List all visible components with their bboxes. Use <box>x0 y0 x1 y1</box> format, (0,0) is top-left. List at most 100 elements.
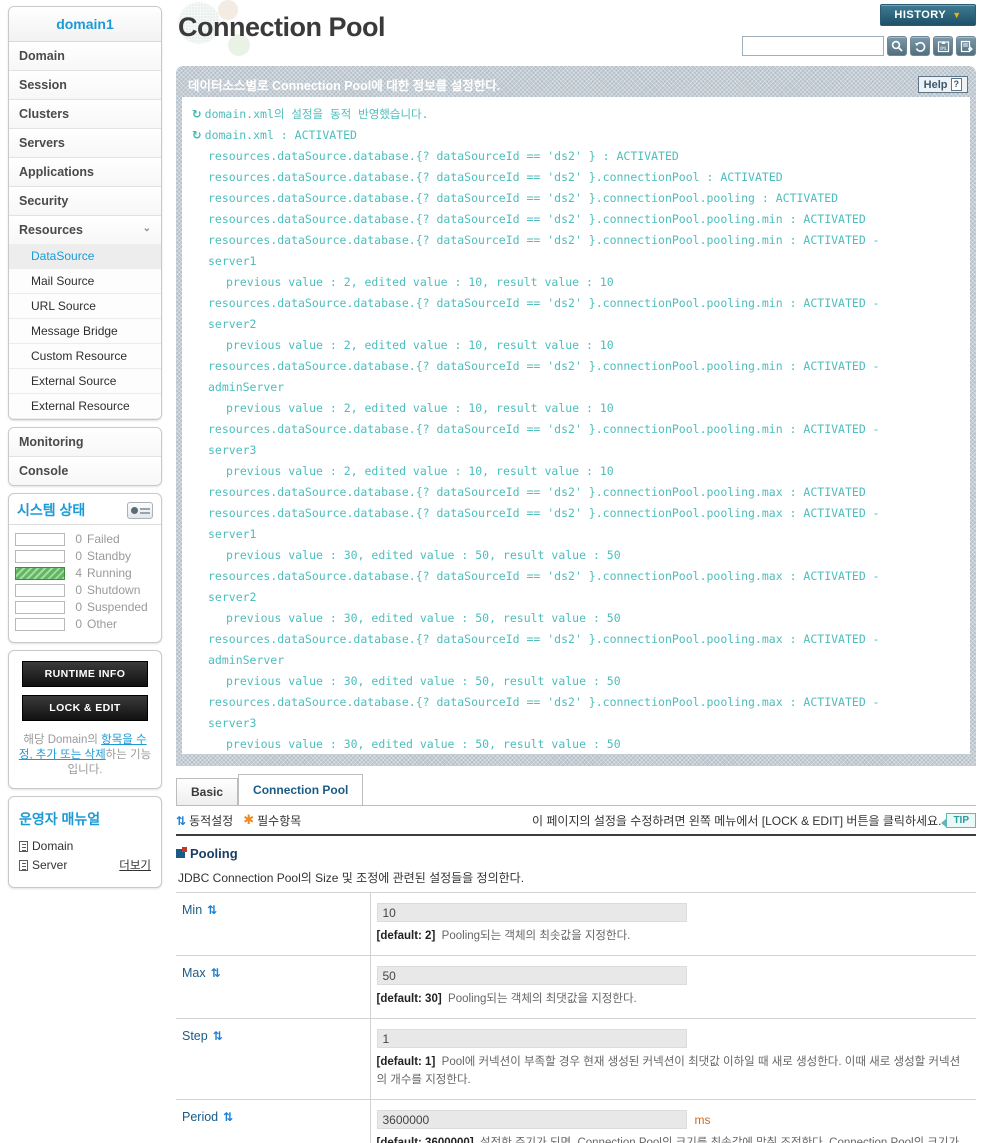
status-label: Shutdown <box>87 583 141 597</box>
sidebar-item-label: Session <box>19 78 67 92</box>
field-label-cell: Max ⇅ <box>176 955 371 1019</box>
log-line: server3 <box>192 440 960 461</box>
chevron-down-icon: ▼ <box>952 10 962 20</box>
sidebar-item-resources[interactable]: Resources ⌄ <box>9 216 161 244</box>
sidebar-item-clusters[interactable]: Clusters <box>9 100 161 129</box>
tab-divider <box>176 805 976 806</box>
pooling-settings-table: Min ⇅ [default: 2] Pooling되는 객체의 최솟값을 지정한다… <box>176 892 976 1143</box>
log-line-text: resources.dataSource.database.{? dataSou… <box>208 296 880 310</box>
field-value-cell: [default: 30] Pooling되는 객체의 최댓값을 지정한다. <box>370 955 976 1019</box>
section-description: JDBC Connection Pool의 Size 및 조정에 관련된 설정들… <box>178 871 525 885</box>
field-input-step[interactable] <box>376 1029 687 1048</box>
runtime-info-button[interactable]: RUNTIME INFO <box>22 661 148 687</box>
search-input[interactable] <box>742 36 884 56</box>
log-line-text: resources.dataSource.database.{? dataSou… <box>208 506 880 520</box>
search-icon[interactable] <box>887 36 907 56</box>
field-input-min[interactable] <box>376 903 687 922</box>
sidebar-item-label: Servers <box>19 136 65 150</box>
log-line-text: previous value : 30, edited value : 50, … <box>226 674 621 688</box>
log-line-text: previous value : 30, edited value : 50, … <box>226 737 621 751</box>
page-title: Connection Pool <box>178 12 385 42</box>
log-line-text: server3 <box>208 716 257 730</box>
log-line-text: resources.dataSource.database.{? dataSou… <box>208 359 880 373</box>
status-count: 0 <box>75 549 82 563</box>
sidebar-item-session[interactable]: Session <box>9 71 161 100</box>
manual-more-link[interactable]: 더보기 <box>119 857 151 873</box>
status-label: Standby <box>87 549 132 563</box>
field-help-text: [default: 1] Pool에 커넥션이 부족할 경우 현재 생성된 커넥… <box>376 1056 961 1086</box>
log-line-text: resources.dataSource.database.{? dataSou… <box>208 212 866 226</box>
save-config-icon[interactable] <box>956 36 976 56</box>
sidebar-subitem-custom-resource[interactable]: Custom Resource <box>9 344 161 369</box>
status-bar <box>15 617 65 631</box>
section-header: Pooling <box>176 846 238 861</box>
field-label-cell: Min ⇅ <box>176 892 371 956</box>
sidebar-item-security[interactable]: Security <box>9 187 161 216</box>
log-line-text: server1 <box>208 254 257 268</box>
sidebar-item-domain[interactable]: Domain <box>9 42 161 71</box>
sidebar-subitem-mail-source[interactable]: Mail Source <box>9 269 161 294</box>
sync-icon: ↻ <box>192 128 202 142</box>
sidebar-item-applications[interactable]: Applications <box>9 158 161 187</box>
sidebar-actions-panel: RUNTIME INFO LOCK & EDIT 해당 Domain의 항목을 … <box>8 650 162 789</box>
tab-bar: Basic Connection Pool <box>176 774 364 805</box>
field-input-max[interactable] <box>376 966 687 985</box>
tip-badge[interactable]: TIP <box>941 813 976 828</box>
sidebar-subitem-external-source[interactable]: External Source <box>9 369 161 394</box>
log-line: previous value : 30, edited value : 50, … <box>192 734 960 754</box>
tab-basic[interactable]: Basic <box>176 778 239 805</box>
field-default-label: [default: 2] <box>376 930 436 942</box>
log-line-text: resources.dataSource.database.{? dataSou… <box>208 233 880 247</box>
legend-dynamic-label: 동적설정 <box>189 814 234 828</box>
status-count: 0 <box>75 617 82 631</box>
dynamic-setting-icon: ⇅ <box>212 1029 223 1043</box>
log-line: ↻ domain.xml의 설정을 동적 반영했습니다. <box>192 104 960 125</box>
field-help-text: [default: 30] Pooling되는 객체의 최댓값을 지정한다. <box>376 993 637 1005</box>
manual-item-domain[interactable]: Domain <box>9 837 161 855</box>
log-line-text: previous value : 2, edited value : 10, r… <box>226 464 614 478</box>
sidebar-item-label: Domain <box>19 49 65 63</box>
tab-connection-pool[interactable]: Connection Pool <box>238 774 364 805</box>
sidebar-item-console[interactable]: Console <box>9 457 161 485</box>
field-label: Min <box>182 903 203 917</box>
lock-and-edit-button[interactable]: LOCK & EDIT <box>22 695 148 721</box>
log-line-text: resources.dataSource.database.{? dataSou… <box>208 191 839 205</box>
sidebar-subitem-datasource[interactable]: DataSource <box>9 244 161 269</box>
log-line: resources.dataSource.database.{? dataSou… <box>192 419 960 440</box>
sidebar-item-servers[interactable]: Servers <box>9 129 161 158</box>
system-status-title: 시스템 상태 <box>17 502 86 518</box>
laptop-icon[interactable] <box>127 501 153 519</box>
log-line: resources.dataSource.database.{? dataSou… <box>192 188 960 209</box>
help-label: Help <box>923 78 948 91</box>
sidebar-subitem-message-bridge[interactable]: Message Bridge <box>9 319 161 344</box>
log-line: resources.dataSource.database.{? dataSou… <box>192 692 960 713</box>
xml-export-icon[interactable]: XML <box>933 36 953 56</box>
log-line: resources.dataSource.database.{? dataSou… <box>192 566 960 587</box>
history-button[interactable]: HISTORY ▼ <box>880 4 976 26</box>
log-line: resources.dataSource.database.{? dataSou… <box>192 209 960 230</box>
system-status-header: 시스템 상태 <box>9 494 161 525</box>
sync-icon: ↻ <box>192 107 202 121</box>
sidebar-item-monitoring[interactable]: Monitoring <box>9 428 161 457</box>
log-output[interactable]: ↻ domain.xml의 설정을 동적 반영했습니다. ↻ domain.xml :… <box>182 97 970 754</box>
required-asterisk-icon: ✱ <box>243 813 255 828</box>
sidebar-subitem-url-source[interactable]: URL Source <box>9 294 161 319</box>
log-line-text: adminServer <box>208 380 285 394</box>
field-input-period[interactable] <box>376 1110 687 1129</box>
status-label: Running <box>87 566 132 580</box>
svg-text:XML: XML <box>939 46 947 51</box>
log-line-text: domain.xml의 설정을 동적 반영했습니다. <box>204 107 429 121</box>
reload-icon[interactable] <box>910 36 930 56</box>
log-line: ↻ domain.xml : ACTIVATED <box>192 125 960 146</box>
manual-item-server[interactable]: Server 더보기 <box>9 855 161 875</box>
help-button[interactable]: Help ? <box>917 76 968 93</box>
sidebar-item-label: Resources <box>19 223 83 237</box>
sidebar-secondary-nav: Monitoring Console <box>8 427 162 486</box>
log-line-text: previous value : 2, edited value : 10, r… <box>226 401 614 415</box>
activation-log-panel: 데이터소스별로 Connection Pool에 대한 정보를 설정한다. He… <box>176 66 976 766</box>
status-count: 0 <box>75 532 82 546</box>
status-count: 0 <box>75 600 82 614</box>
sidebar-subitem-external-resource[interactable]: External Resource <box>9 394 161 419</box>
log-line: resources.dataSource.database.{? dataSou… <box>192 230 960 251</box>
log-line: server1 <box>192 524 960 545</box>
